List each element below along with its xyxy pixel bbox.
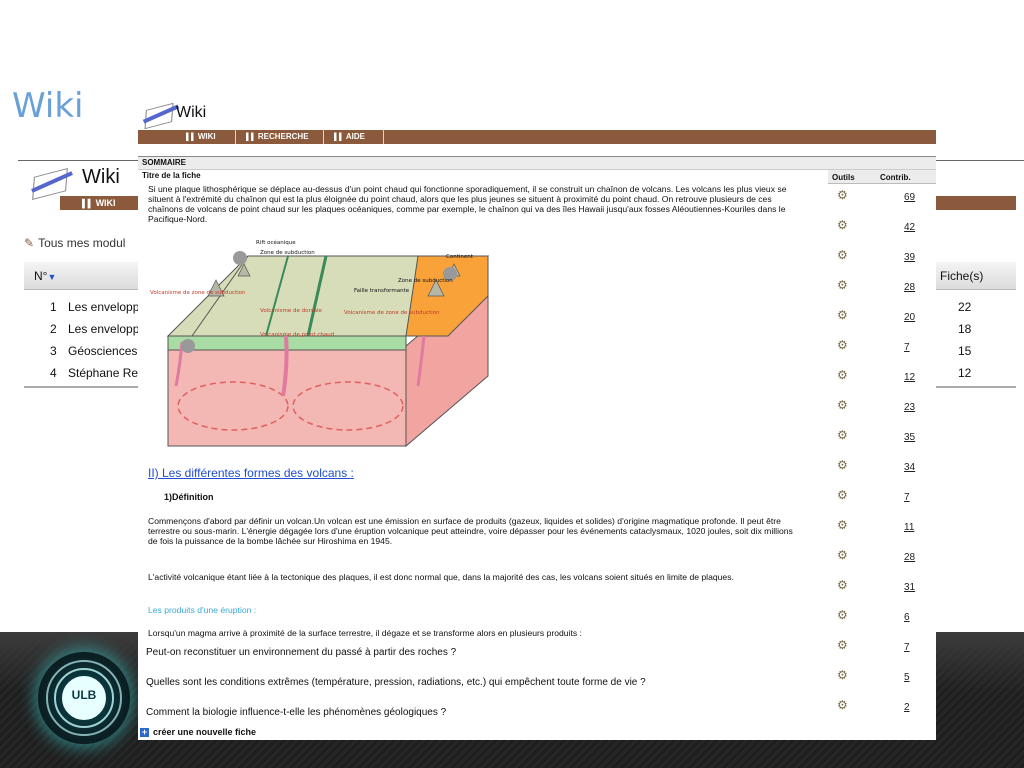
article-paragraph: L'activité volcanique étant liée à la te… bbox=[148, 572, 734, 582]
contrib-count[interactable]: 7 bbox=[904, 642, 910, 653]
contrib-count[interactable]: 23 bbox=[904, 402, 915, 413]
row-num: 1 bbox=[50, 300, 57, 314]
row-fiches: 15 bbox=[958, 344, 972, 358]
contrib-count[interactable]: 34 bbox=[904, 462, 915, 473]
column-num[interactable]: N°▼ bbox=[34, 269, 56, 283]
contrib-count[interactable]: 2 bbox=[904, 702, 910, 713]
wiki-logo: Wiki bbox=[24, 160, 124, 200]
gear-icon[interactable]: ⚙ bbox=[837, 698, 848, 712]
gear-icon[interactable]: ⚙ bbox=[837, 308, 848, 322]
section-heading-link[interactable]: II) Les différentes formes des volcans : bbox=[148, 466, 354, 480]
gear-icon[interactable]: ⚙ bbox=[837, 518, 848, 532]
table-column-header: Outils Contrib. bbox=[828, 170, 936, 184]
contrib-count[interactable]: 11 bbox=[904, 522, 914, 533]
contrib-count[interactable]: 42 bbox=[904, 222, 915, 233]
article-paragraph: Commençons d'abord par définir un volcan… bbox=[148, 516, 793, 546]
plus-icon[interactable]: + bbox=[140, 728, 149, 737]
contrib-count[interactable]: 7 bbox=[904, 492, 910, 503]
fiche-title[interactable]: Peut-on reconstituer un environnement du… bbox=[146, 647, 456, 658]
gear-icon[interactable]: ⚙ bbox=[837, 278, 848, 292]
wiki-logo-text: Wiki bbox=[176, 104, 207, 121]
contrib-count[interactable]: 20 bbox=[904, 312, 915, 323]
sommaire-header: SOMMAIRE bbox=[138, 156, 936, 170]
row-num: 2 bbox=[50, 322, 57, 336]
slide-title: Wiki bbox=[12, 86, 84, 126]
row-fiches: 22 bbox=[958, 300, 972, 314]
modules-heading: ✎ Tous mes modul bbox=[24, 236, 125, 250]
modules-label: Tous mes modul bbox=[38, 236, 126, 250]
wiki-logo: Wiki bbox=[140, 98, 230, 130]
gear-icon[interactable]: ⚙ bbox=[837, 608, 848, 622]
wiki-logo-text: Wiki bbox=[82, 166, 120, 188]
row-title[interactable]: Géosciences bbox=[68, 344, 137, 358]
gear-icon[interactable]: ⚙ bbox=[837, 368, 848, 382]
diagram-label: Volcanisme de zone de subduction bbox=[344, 310, 440, 316]
article-overlay: Si une plaque lithosphérique se déplace … bbox=[142, 180, 802, 642]
gear-icon[interactable]: ⚙ bbox=[837, 428, 848, 442]
contrib-count[interactable]: 7 bbox=[904, 342, 910, 353]
row-num: 4 bbox=[50, 366, 57, 380]
gear-icon[interactable]: ⚙ bbox=[837, 248, 848, 262]
contrib-count[interactable]: 5 bbox=[904, 672, 910, 683]
contrib-count[interactable]: 6 bbox=[904, 612, 910, 623]
sommaire-label: SOMMAIRE bbox=[142, 158, 186, 167]
logo-text: ULB bbox=[71, 688, 97, 702]
subtitle-products: Les produits d'une éruption : bbox=[148, 605, 257, 615]
row-title[interactable]: Les envelopp bbox=[68, 300, 139, 314]
create-fiche-link[interactable]: + créer une nouvelle fiche bbox=[140, 727, 256, 737]
gear-icon[interactable]: ⚙ bbox=[837, 458, 848, 472]
diagram-label: Continent bbox=[446, 254, 474, 260]
row-fiches: 12 bbox=[958, 366, 972, 380]
fiche-title[interactable]: Comment la biologie influence-t-elle les… bbox=[146, 707, 446, 718]
contrib-count[interactable]: 69 bbox=[904, 192, 915, 203]
contrib-count[interactable]: 39 bbox=[904, 252, 915, 263]
diagram-label: Zone de subduction bbox=[398, 278, 453, 284]
diagram-label: Volcanisme de dorsale bbox=[260, 308, 322, 314]
gear-icon[interactable]: ⚙ bbox=[837, 488, 848, 502]
tab-wiki[interactable]: WIKI bbox=[82, 196, 116, 211]
column-num-label: N° bbox=[34, 269, 48, 283]
create-fiche-label[interactable]: créer une nouvelle fiche bbox=[153, 727, 256, 737]
gear-icon[interactable]: ⚙ bbox=[837, 188, 848, 202]
diagram-label: Volcanisme de zone de subduction bbox=[150, 290, 246, 296]
gear-icon[interactable]: ⚙ bbox=[837, 668, 848, 682]
tab-aide[interactable]: AIDE bbox=[324, 130, 384, 144]
fiche-title[interactable]: Quelles sont les conditions extrêmes (te… bbox=[146, 677, 646, 688]
diagram-label: Faille transformante bbox=[354, 288, 410, 294]
ulb-logo: ULB bbox=[38, 652, 130, 744]
subsection-heading: 1)Définition bbox=[164, 492, 214, 502]
gear-icon[interactable]: ⚙ bbox=[837, 548, 848, 562]
contrib-count[interactable]: 28 bbox=[904, 282, 915, 293]
column-outils: Outils bbox=[832, 173, 855, 182]
column-fiches[interactable]: Fiche(s) bbox=[940, 269, 983, 283]
article-paragraph: Lorsqu'un magma arrive à proximité de la… bbox=[148, 628, 582, 638]
plate-tectonics-diagram: Rift océanique Zone de subduction Contin… bbox=[150, 239, 490, 448]
gear-icon[interactable]: ⚙ bbox=[837, 218, 848, 232]
gear-icon[interactable]: ⚙ bbox=[837, 338, 848, 352]
diagram-label: Zone de subduction bbox=[260, 250, 315, 256]
gear-icon[interactable]: ⚙ bbox=[837, 578, 848, 592]
contrib-count[interactable]: 28 bbox=[904, 552, 915, 563]
row-title[interactable]: Stéphane Re bbox=[68, 366, 138, 380]
contrib-count[interactable]: 31 bbox=[904, 582, 915, 593]
column-titre-fiche[interactable]: Titre de la fiche bbox=[142, 171, 201, 180]
diagram-label: Rift océanique bbox=[256, 239, 296, 246]
diagram-label: Volcanisme de point chaud bbox=[260, 332, 334, 338]
tab-wiki[interactable]: WIKI bbox=[176, 130, 236, 144]
row-title[interactable]: Les envelopp bbox=[68, 322, 139, 336]
row-fiches: 18 bbox=[958, 322, 972, 336]
row-num: 3 bbox=[50, 344, 57, 358]
contrib-count[interactable]: 35 bbox=[904, 432, 915, 443]
gear-icon[interactable]: ⚙ bbox=[837, 638, 848, 652]
tab-recherche[interactable]: RECHERCHE bbox=[236, 130, 324, 144]
contrib-count[interactable]: 12 bbox=[904, 372, 915, 383]
pencil-icon: ✎ bbox=[24, 236, 35, 250]
column-contrib[interactable]: Contrib. bbox=[880, 173, 911, 182]
gear-icon[interactable]: ⚙ bbox=[837, 398, 848, 412]
sort-down-icon[interactable]: ▼ bbox=[47, 272, 56, 282]
article-paragraph: Si une plaque lithosphérique se déplace … bbox=[148, 184, 787, 224]
